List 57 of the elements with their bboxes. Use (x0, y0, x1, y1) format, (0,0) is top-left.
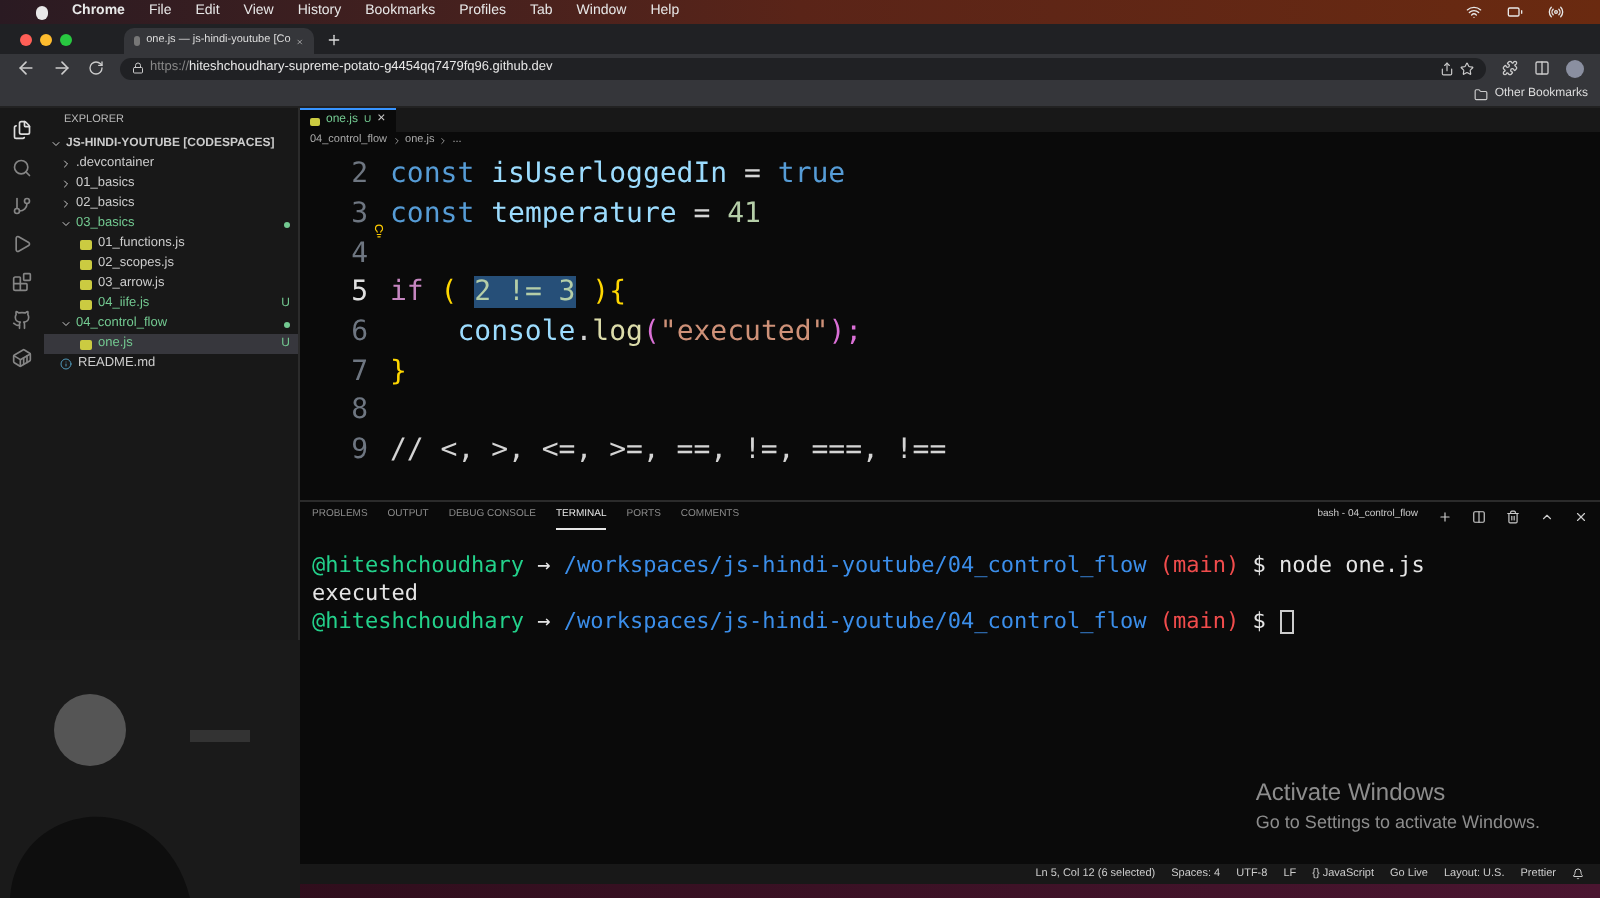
search-icon[interactable] (12, 158, 32, 178)
trash-icon[interactable] (1506, 509, 1520, 523)
line-number: 2 (351, 156, 368, 195)
run-icon[interactable] (12, 234, 32, 254)
folder-icon (1474, 87, 1489, 101)
code-line: // <, >, <=, >=, ==, !=, ===, !== (390, 432, 947, 471)
chevron-icon (438, 136, 449, 146)
chevron-icon (391, 136, 402, 146)
chevron-icon (60, 318, 72, 330)
bell-icon[interactable] (1572, 868, 1584, 880)
wifi-icon[interactable] (1466, 4, 1482, 20)
line-number: 8 (351, 392, 368, 431)
code-line: if ( 2 != 3 ){ (390, 274, 627, 313)
split-icon[interactable] (1472, 509, 1486, 523)
share-icon[interactable] (1440, 61, 1454, 75)
close-icon[interactable] (1574, 509, 1588, 523)
line-number: 5 (351, 274, 368, 313)
back-icon[interactable] (16, 58, 36, 78)
line-number: 6 (351, 314, 368, 353)
favicon-icon (134, 36, 141, 46)
profile-avatar[interactable] (1566, 59, 1584, 77)
code-line: const temperature = 41 (390, 196, 761, 235)
line-number: 4 (351, 235, 368, 274)
forward-icon[interactable] (52, 58, 72, 78)
line-number: 7 (351, 353, 368, 392)
control-center-icon[interactable] (1548, 4, 1564, 20)
terminal-line: @hiteshchoudhary → /workspaces/js-hindi-youtube/04_control_flow (main) $ node one.js (312, 552, 1427, 580)
minimize-window-button[interactable] (40, 33, 52, 45)
code-line: console.log("executed"); (455, 314, 863, 353)
js-file-icon (80, 339, 92, 349)
info-icon (60, 358, 72, 370)
lightbulb-icon[interactable] (372, 224, 386, 239)
lock-icon (132, 62, 144, 74)
js-file-icon (310, 117, 320, 125)
terminal-line: @hiteshchoudhary → /workspaces/js-hindi-youtube/04_control_flow (main) $ (312, 608, 1600, 636)
extensions-icon[interactable] (12, 272, 32, 292)
maximize-icon[interactable] (1540, 509, 1554, 523)
extensions-icon[interactable] (1502, 60, 1518, 76)
code-line: const isUserloggedIn = true (390, 156, 846, 195)
source-control-icon[interactable] (12, 196, 32, 216)
star-icon[interactable] (1460, 61, 1474, 75)
terminal-line: executed (312, 580, 420, 608)
side-panel-icon[interactable] (1534, 60, 1550, 76)
container-icon[interactable] (12, 348, 32, 368)
github-icon[interactable] (12, 310, 32, 330)
close-window-button[interactable] (20, 33, 32, 45)
reload-icon[interactable] (88, 60, 104, 76)
activation-message: Go to Settings to activate Windows. (1255, 809, 1540, 836)
code-line: } (390, 353, 407, 392)
battery-icon[interactable] (1506, 4, 1524, 20)
line-number: 9 (351, 432, 368, 471)
explorer-icon[interactable] (12, 120, 32, 140)
new-terminal-icon[interactable] (1438, 509, 1452, 523)
line-number: 3 (351, 196, 368, 235)
new-tab-icon[interactable] (326, 31, 342, 47)
maximize-window-button[interactable] (60, 33, 72, 45)
activation-title: Activate Windows (1255, 775, 1448, 809)
